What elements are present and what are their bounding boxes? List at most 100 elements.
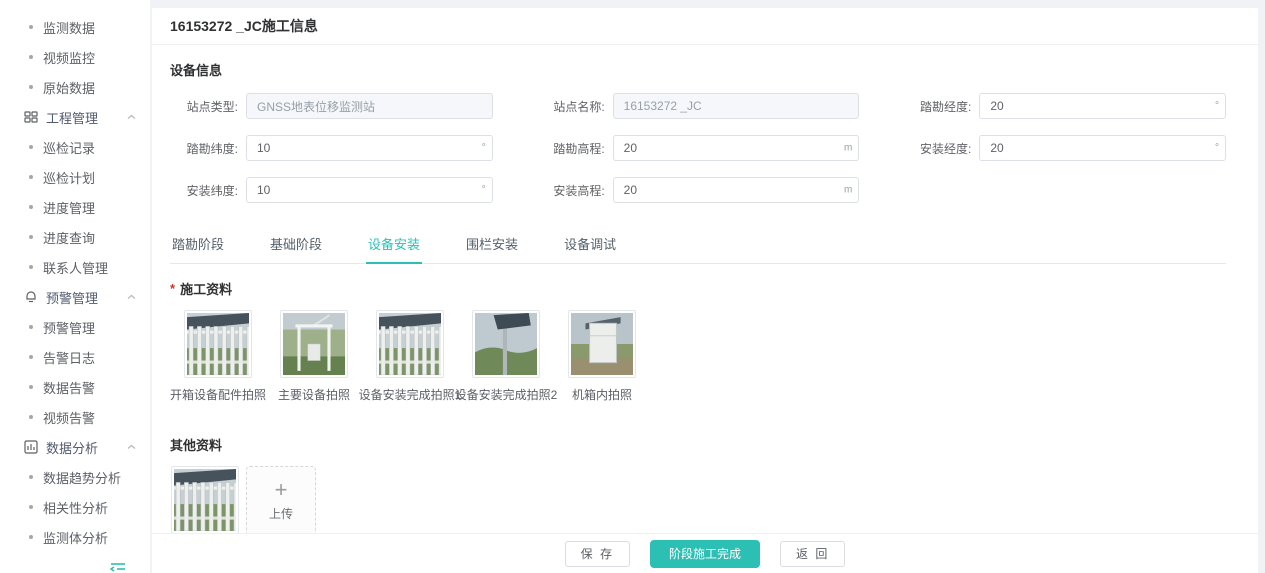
survey-longitude-input[interactable] xyxy=(979,93,1226,119)
sidebar-item-data-analysis[interactable]: 数据分析 xyxy=(0,432,150,462)
field-site-type: 站点类型: xyxy=(170,93,493,119)
bullet-icon xyxy=(29,535,33,539)
sidebar-item-raw-data[interactable]: 原始数据 xyxy=(0,72,150,102)
bullet-icon xyxy=(29,475,33,479)
device-info-title: 设备信息 xyxy=(170,60,1226,79)
photo-caption: 设备安装完成拍照1 xyxy=(359,386,462,403)
photo-caption: 开箱设备配件拍照 xyxy=(170,386,266,403)
install-longitude-input[interactable] xyxy=(979,135,1226,161)
bullet-icon xyxy=(29,505,33,509)
field-label: 站点类型: xyxy=(170,98,238,115)
sidebar-item-alert-management-group[interactable]: 预警管理 xyxy=(0,282,150,312)
tab-foundation-stage[interactable]: 基础阶段 xyxy=(268,225,324,264)
photo-thumbnail[interactable] xyxy=(184,310,252,378)
sidebar-item-progress-management[interactable]: 进度管理 xyxy=(0,192,150,222)
chevron-up-icon[interactable] xyxy=(127,444,136,450)
other-materials-title: 其他资料 xyxy=(170,435,1226,454)
install-elevation-input[interactable] xyxy=(613,177,860,203)
sidebar-item-alarm-log[interactable]: 告警日志 xyxy=(0,342,150,372)
construction-materials-title-text: 施工资料 xyxy=(180,279,232,298)
sidebar-item-alert-management[interactable]: 预警管理 xyxy=(0,312,150,342)
sidebar-item-progress-query[interactable]: 进度查询 xyxy=(0,222,150,252)
photo-thumbnail[interactable] xyxy=(171,466,239,534)
site-type-input xyxy=(246,93,493,119)
bullet-icon xyxy=(29,55,33,59)
bullet-icon xyxy=(29,415,33,419)
sidebar-item-project-management[interactable]: 工程管理 xyxy=(0,102,150,132)
sidebar-item-label: 数据分析 xyxy=(46,438,98,457)
sidebar-item-label: 工程管理 xyxy=(46,108,98,127)
photo-thumbnail[interactable] xyxy=(376,310,444,378)
photo-thumbnail[interactable] xyxy=(280,310,348,378)
photo-caption: 机箱内拍照 xyxy=(572,386,632,403)
field-label: 踏勘纬度: xyxy=(170,140,238,157)
device-info-form: 站点类型:站点名称:踏勘经度:°踏勘纬度:°踏勘高程:m安装经度:°安装纬度:°… xyxy=(170,93,1226,203)
chevron-up-icon[interactable] xyxy=(127,294,136,300)
photo-item: 开箱设备配件拍照 xyxy=(170,310,266,403)
sidebar-item-label: 数据告警 xyxy=(43,378,95,397)
input-wrap: ° xyxy=(246,135,493,161)
back-button[interactable]: 返 回 xyxy=(780,541,845,567)
install-latitude-input[interactable] xyxy=(246,177,493,203)
sidebar-item-correlation-analysis[interactable]: 相关性分析 xyxy=(0,492,150,522)
tab-equipment-install[interactable]: 设备安装 xyxy=(366,225,422,264)
field-site-name: 站点名称: xyxy=(537,93,860,119)
photo-caption: 设备安装完成拍照2 xyxy=(455,386,558,403)
bullet-icon xyxy=(29,235,33,239)
tab-fence-install[interactable]: 围栏安装 xyxy=(464,225,520,264)
sidebar-item-monitoring-body-analysis[interactable]: 监测体分析 xyxy=(0,522,150,552)
sidebar-item-label: 监测数据 xyxy=(43,18,95,37)
sidebar-item-label: 巡检记录 xyxy=(43,138,95,157)
project-icon xyxy=(24,110,38,124)
sidebar-item-label: 预警管理 xyxy=(43,318,95,337)
field-install-longitude: 安装经度:° xyxy=(903,135,1226,161)
tab-equipment-debug[interactable]: 设备调试 xyxy=(562,225,618,264)
sidebar-item-data-alarm[interactable]: 数据告警 xyxy=(0,372,150,402)
sidebar-item-monitoring-data[interactable]: 监测数据 xyxy=(0,12,150,42)
input-wrap xyxy=(246,93,493,119)
sidebar-item-video-alarm[interactable]: 视频告警 xyxy=(0,402,150,432)
field-label: 安装经度: xyxy=(903,140,971,157)
page-title: 16153272 _JC施工信息 xyxy=(152,8,1258,45)
photo-item: 机箱内拍照 xyxy=(554,310,650,403)
bullet-icon xyxy=(29,145,33,149)
construction-materials-title: * 施工资料 xyxy=(170,279,1226,298)
sidebar-item-video-monitoring[interactable]: 视频监控 xyxy=(0,42,150,72)
sidebar-item-label: 进度管理 xyxy=(43,198,95,217)
photo-item: 主要设备拍照 xyxy=(266,310,362,403)
bullet-icon xyxy=(29,265,33,269)
site-name-input xyxy=(613,93,860,119)
photo-thumbnail[interactable] xyxy=(568,310,636,378)
photo-thumbnail[interactable] xyxy=(472,310,540,378)
sidebar-item-label: 巡检计划 xyxy=(43,168,95,187)
chevron-up-icon[interactable] xyxy=(127,114,136,120)
bullet-icon xyxy=(29,85,33,89)
stage-complete-button[interactable]: 阶段施工完成 xyxy=(650,540,760,568)
sidebar-item-label: 告警日志 xyxy=(43,348,95,367)
field-survey-latitude: 踏勘纬度: ° xyxy=(170,135,493,161)
save-button[interactable]: 保 存 xyxy=(565,541,630,567)
analysis-icon xyxy=(24,440,38,454)
tab-survey-stage[interactable]: 踏勘阶段 xyxy=(170,225,226,264)
plus-icon: + xyxy=(275,480,288,500)
sidebar-item-label: 视频监控 xyxy=(43,48,95,67)
survey-elevation-input[interactable] xyxy=(613,135,860,161)
survey-latitude-input[interactable] xyxy=(246,135,493,161)
sidebar: 监测数据视频监控原始数据工程管理巡检记录巡检计划进度管理进度查询联系人管理预警管… xyxy=(0,0,150,573)
construction-photo-list: 开箱设备配件拍照主要设备拍照设备安装完成拍照1设备安装完成拍照2 机箱内拍照 xyxy=(170,310,1226,403)
sidebar-item-label: 进度查询 xyxy=(43,228,95,247)
input-wrap: ° xyxy=(979,93,1226,119)
photo-caption: 主要设备拍照 xyxy=(278,386,350,403)
sidebar-item-label: 原始数据 xyxy=(43,78,95,97)
field-label: 站点名称: xyxy=(537,98,605,115)
sidebar-item-inspection-plan[interactable]: 巡检计划 xyxy=(0,162,150,192)
sidebar-item-inspection-records[interactable]: 巡检记录 xyxy=(0,132,150,162)
sidebar-item-contact-management[interactable]: 联系人管理 xyxy=(0,252,150,282)
field-install-latitude: 安装纬度:° xyxy=(170,177,493,203)
input-wrap xyxy=(613,93,860,119)
sidebar-item-data-trend-analysis[interactable]: 数据趋势分析 xyxy=(0,462,150,492)
sidebar-menu: 监测数据视频监控原始数据工程管理巡检记录巡检计划进度管理进度查询联系人管理预警管… xyxy=(0,12,150,552)
upload-button[interactable]: +上传 xyxy=(246,466,316,536)
collapse-menu-icon[interactable] xyxy=(110,562,126,573)
bullet-icon xyxy=(29,385,33,389)
